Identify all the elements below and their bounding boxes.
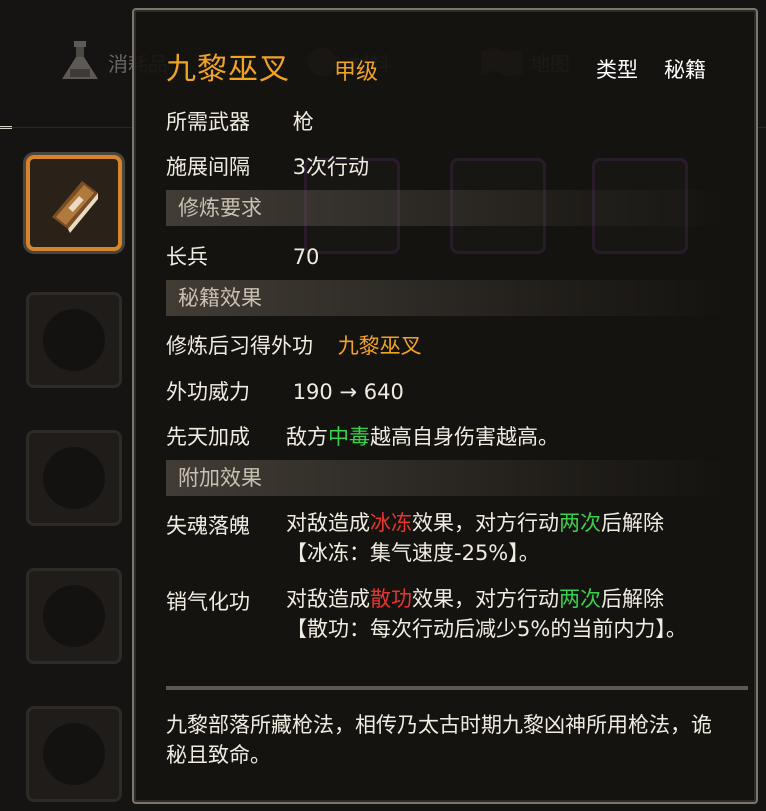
description-divider bbox=[166, 686, 748, 690]
inventory-slot[interactable] bbox=[26, 706, 122, 802]
learned-skill-value: 九黎巫叉 bbox=[337, 334, 422, 358]
effect-text-part: 后解除 bbox=[601, 587, 664, 611]
potion-icon bbox=[58, 40, 102, 84]
inventory-slot[interactable] bbox=[26, 568, 122, 664]
extra-effect-1-name: 失魂落魄 bbox=[166, 514, 250, 538]
required-weapon-row: 所需武器 枪 bbox=[166, 106, 314, 136]
skill-power-value: 190 → 640 bbox=[292, 380, 404, 404]
extra-effect-1-text: 对敌造成冰冻效果，对方行动两次后解除【冰冻：集气速度-25%】。 bbox=[286, 508, 726, 568]
innate-bonus-post: 越高自身伤害越高。 bbox=[370, 425, 559, 449]
inventory-slot[interactable] bbox=[26, 430, 122, 526]
effect-text-part: 对敌造成 bbox=[286, 587, 370, 611]
learned-skill-label: 修炼后习得外功 bbox=[166, 334, 313, 358]
innate-bonus-pre: 敌方 bbox=[286, 425, 328, 449]
learned-skill-row: 修炼后习得外功 九黎巫叉 bbox=[166, 330, 422, 360]
effect-text-part: 效果，对方行动 bbox=[412, 587, 559, 611]
extra-effect-2-name: 销气化功 bbox=[166, 590, 250, 614]
extra-effects-header: 附加效果 bbox=[166, 460, 726, 496]
effect-detail: 【冰冻：集气速度-25%】。 bbox=[286, 541, 540, 565]
requirement-value: 70 bbox=[292, 245, 320, 269]
cast-interval-row: 施展间隔 3次行动 bbox=[166, 151, 369, 181]
cast-interval-value: 3次行动 bbox=[292, 155, 370, 179]
effect-status-highlight: 冰冻 bbox=[370, 511, 412, 535]
requirement-label: 长兵 bbox=[166, 245, 208, 269]
effect-text-part: 对敌造成 bbox=[286, 511, 370, 535]
inventory-slot[interactable] bbox=[26, 292, 122, 388]
required-weapon-value: 枪 bbox=[292, 110, 314, 134]
item-type-value: 秘籍 bbox=[664, 58, 706, 82]
effect-detail: 【散功：每次行动后减少5%的当前内力】。 bbox=[286, 617, 687, 641]
skill-power-row: 外功威力 190 → 640 bbox=[166, 376, 404, 406]
requirements-header: 修炼要求 bbox=[166, 190, 726, 226]
effect-text-part: 效果，对方行动 bbox=[412, 511, 559, 535]
effect-status-highlight: 散功 bbox=[370, 587, 412, 611]
item-title: 九黎巫叉 bbox=[166, 52, 290, 87]
innate-bonus-highlight: 中毒 bbox=[328, 425, 370, 449]
extra-effect-2-text: 对敌造成散功效果，对方行动两次后解除【散功：每次行动后减少5%的当前内力】。 bbox=[286, 584, 726, 644]
effect-text-part: 后解除 bbox=[601, 511, 664, 535]
inventory-slot-selected[interactable] bbox=[26, 155, 122, 251]
item-description: 九黎部落所藏枪法，相传乃太古时期九黎凶神所用枪法，诡秘且致命。 bbox=[166, 713, 712, 767]
item-grade: 甲级 bbox=[334, 60, 379, 85]
innate-bonus-label: 先天加成 bbox=[166, 425, 250, 449]
item-tooltip: 九黎巫叉 甲级 类型 秘籍 所需武器 枪 施展间隔 3次行动 修炼要求 长兵 7… bbox=[132, 8, 758, 804]
innate-bonus-row: 先天加成 敌方中毒越高自身伤害越高。 bbox=[166, 421, 559, 451]
effects-header: 秘籍效果 bbox=[166, 280, 726, 316]
book-icon bbox=[42, 173, 106, 241]
effect-count-highlight: 两次 bbox=[559, 587, 601, 611]
skill-power-label: 外功威力 bbox=[166, 380, 250, 404]
requirement-row: 长兵 70 bbox=[166, 241, 319, 271]
effect-count-highlight: 两次 bbox=[559, 511, 601, 535]
cast-interval-label: 施展间隔 bbox=[166, 155, 250, 179]
required-weapon-label: 所需武器 bbox=[166, 110, 250, 134]
item-type-label: 类型 bbox=[596, 58, 638, 82]
